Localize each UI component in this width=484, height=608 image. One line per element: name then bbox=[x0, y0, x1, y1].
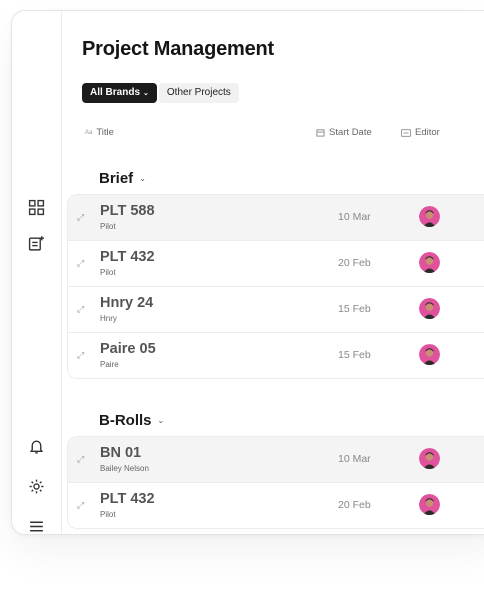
table-row[interactable]: ⤢ PLT 588 Pilot 10 Mar bbox=[68, 195, 484, 241]
app-window: Project Management All Brands ⌄ Other Pro… bbox=[11, 10, 484, 535]
projects-icon[interactable] bbox=[25, 232, 47, 254]
section-b-rolls-list: ⤢ BN 01 Bailey Nelson 10 Mar ⤢ PLT 432 P… bbox=[67, 436, 484, 529]
expand-icon[interactable]: ⤢ bbox=[77, 258, 84, 269]
avatar[interactable] bbox=[419, 252, 440, 273]
editor-icon bbox=[401, 128, 411, 137]
main-content: Project Management All Brands ⌄ Other Pro… bbox=[62, 11, 484, 534]
table-row[interactable]: ⤢ PLT 432 Pilot 20 Feb bbox=[68, 483, 484, 528]
table-row[interactable]: ⤢ PLT 432 Pilot 20 Feb bbox=[68, 241, 484, 287]
section-title-b-rolls[interactable]: B-Rolls ⌄ bbox=[99, 412, 164, 429]
table-row[interactable]: ⤢ Paire 05 Paire 15 Feb bbox=[68, 333, 484, 378]
page-title: Project Management bbox=[82, 38, 275, 60]
avatar[interactable] bbox=[419, 448, 440, 469]
expand-icon[interactable]: ⤢ bbox=[77, 350, 84, 361]
chevron-down-icon: ⌄ bbox=[157, 416, 165, 425]
column-title-header[interactable]: Aa Title bbox=[85, 127, 114, 138]
calendar-icon bbox=[316, 129, 325, 137]
table-row[interactable]: ⤢ Hnry 24 Hnry 15 Feb bbox=[68, 287, 484, 333]
filter-all-brands[interactable]: All Brands ⌄ bbox=[82, 83, 157, 103]
page: Project Management All Brands ⌄ Other Pro… bbox=[0, 0, 484, 608]
expand-icon[interactable]: ⤢ bbox=[77, 454, 84, 465]
avatar[interactable] bbox=[419, 206, 440, 227]
dashboard-icon[interactable] bbox=[25, 196, 47, 218]
column-start-date-header[interactable]: Start Date bbox=[316, 127, 372, 138]
expand-icon[interactable]: ⤢ bbox=[77, 212, 84, 223]
section-title-brief[interactable]: Brief ⌄ bbox=[99, 170, 146, 187]
filter-tabs: All Brands ⌄ Other Projects bbox=[82, 83, 239, 103]
sidebar bbox=[12, 11, 62, 534]
expand-icon[interactable]: ⤢ bbox=[77, 304, 84, 315]
avatar[interactable] bbox=[419, 298, 440, 319]
expand-icon[interactable]: ⤢ bbox=[77, 500, 84, 511]
chevron-down-icon: ⌄ bbox=[139, 174, 146, 183]
avatar[interactable] bbox=[419, 494, 440, 515]
avatar[interactable] bbox=[419, 344, 440, 365]
section-brief-list: ⤢ PLT 588 Pilot 10 Mar ⤢ PLT 432 Pilot 2… bbox=[67, 194, 484, 379]
gear-icon[interactable] bbox=[25, 475, 47, 497]
filter-other-projects[interactable]: Other Projects bbox=[158, 83, 239, 103]
menu-icon[interactable] bbox=[25, 515, 47, 534]
column-editor-header[interactable]: Editor bbox=[401, 127, 440, 138]
text-type-icon: Aa bbox=[85, 129, 93, 136]
bell-icon[interactable] bbox=[25, 435, 47, 457]
table-row[interactable]: ⤢ BN 01 Bailey Nelson 10 Mar bbox=[68, 437, 484, 483]
chevron-down-icon: ⌄ bbox=[143, 90, 149, 97]
